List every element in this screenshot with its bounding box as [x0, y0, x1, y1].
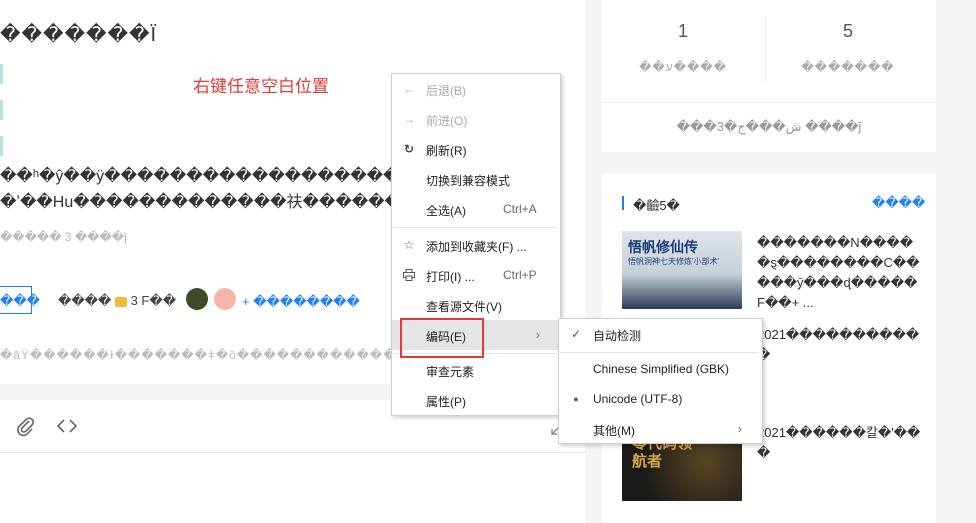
- article-paragraph: �ʽ��Hu�������������䃿��������: [0, 194, 434, 211]
- section-marker: [622, 196, 624, 210]
- stat-label: ��ע����: [639, 60, 727, 74]
- back-arrow-icon: ←: [403, 82, 415, 96]
- divider: [602, 102, 936, 103]
- menu-separator: [560, 352, 759, 353]
- forward-arrow-icon: →: [403, 112, 415, 126]
- follow-button[interactable]: ���: [0, 286, 40, 314]
- coin-info: ���� 3 F��: [58, 293, 177, 308]
- post-title[interactable]: 2021������칼�'���: [757, 423, 922, 463]
- annotation-label: 右键任意空白位置: [193, 77, 329, 96]
- quote-bar: [0, 136, 3, 156]
- coin-icon: [114, 296, 127, 307]
- bullet-icon: ●: [573, 394, 579, 404]
- attachment-icon[interactable]: [14, 415, 36, 437]
- quote-bar: [0, 100, 3, 120]
- stat-value: 1: [677, 21, 688, 41]
- submenu-item-other[interactable]: 其他(M) ›: [559, 414, 760, 444]
- stats-footer: ���3�ش���ج ����ǰ: [676, 119, 862, 134]
- avatar[interactable]: [214, 288, 236, 310]
- submenu-item-auto-detect[interactable]: ✓ 自动检测: [559, 319, 760, 349]
- avatar[interactable]: [186, 288, 208, 310]
- context-menu: ← 后退(B) → 前进(O) ↻ 刷新(R) 切换到兼容模式 全选(A) Ct…: [391, 73, 561, 416]
- menu-item-compat-mode[interactable]: 切换到兼容模式: [392, 164, 558, 194]
- menu-item-inspect[interactable]: 审查元素: [392, 355, 558, 385]
- stat-label: �������: [801, 60, 895, 74]
- menu-item-select-all[interactable]: 全选(A) Ctrl+A: [392, 194, 558, 224]
- article-title: �������Ï: [0, 24, 158, 46]
- comment-editor: [0, 400, 585, 523]
- author-stats-card: 1 ��ע���� 5 ������� ���3�ش���ج ����ǰ: [602, 0, 936, 152]
- stat-value: 5: [842, 21, 853, 41]
- checkmark-icon: ✓: [570, 327, 582, 341]
- article-paragraph: ��ʰ�ŷ��ÿ�������������������ʾ: [0, 168, 422, 185]
- menu-item-view-source[interactable]: 查看源文件(V): [392, 290, 558, 320]
- highlight-box: [400, 318, 484, 358]
- code-icon[interactable]: [55, 415, 79, 437]
- refresh-icon: ↻: [403, 142, 415, 156]
- submenu-item-utf8[interactable]: ● Unicode (UTF-8): [559, 384, 760, 414]
- menu-item-refresh[interactable]: ↻ 刷新(R): [392, 134, 558, 164]
- menu-item-properties[interactable]: 属性(P): [392, 385, 558, 415]
- divider: [765, 16, 766, 82]
- article-meta: ����� 3 ����ĵ: [0, 230, 127, 244]
- menu-item-back[interactable]: ← 后退(B): [392, 74, 558, 104]
- menu-item-forward[interactable]: → 前进(O): [392, 104, 558, 134]
- chevron-right-icon: ›: [737, 421, 742, 436]
- encoding-submenu: ✓ 自动检测 Chinese Simplified (GBK) ● Unicod…: [558, 318, 763, 444]
- more-link[interactable]: + ��������: [242, 294, 360, 310]
- chevron-right-icon: ›: [535, 327, 540, 342]
- post-title[interactable]: �������N�����ȿ��������C�����ӯ���ɖ�����F�…: [757, 233, 922, 313]
- menu-item-print[interactable]: 打印(I) ... Ctrl+P: [392, 260, 558, 290]
- post-thumbnail[interactable]: 悟帆修仙传 悟帆洞神七天修炼'小部术': [622, 231, 742, 309]
- recent-header: �䶨5�: [633, 198, 680, 213]
- printer-icon: [402, 268, 416, 282]
- divider: [0, 452, 585, 453]
- post-title[interactable]: 2021�����������: [757, 325, 922, 365]
- submenu-item-gbk[interactable]: Chinese Simplified (GBK): [559, 354, 760, 384]
- star-icon: ☆: [403, 238, 415, 252]
- menu-separator: [393, 227, 557, 228]
- quote-bar: [0, 64, 3, 84]
- recent-more-link[interactable]: ����: [872, 195, 925, 211]
- menu-item-add-favorite[interactable]: ☆ 添加到收藏夹(F) ...: [392, 230, 558, 260]
